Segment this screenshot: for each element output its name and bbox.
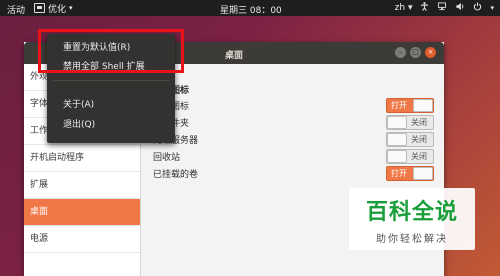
watermark: 百科全说 助你轻松解决 (349, 188, 475, 250)
volume-icon[interactable] (455, 2, 465, 14)
sidebar-item-desktop[interactable]: 桌面 (24, 199, 140, 226)
menu-separator (53, 80, 169, 81)
show-icons-toggle[interactable]: 打开 (386, 98, 434, 113)
sidebar-item-startup[interactable]: 开机启动程序 (24, 145, 140, 172)
accessibility-icon[interactable] (420, 2, 429, 14)
system-tray[interactable]: zh ▾ ▾ (395, 2, 494, 14)
setting-row-network-servers: 网络服务器 关闭 (153, 132, 441, 147)
app-icon (34, 3, 45, 13)
sidebar-item-extensions[interactable]: 扩展 (24, 172, 140, 199)
chevron-down-icon: ▾ (490, 4, 494, 12)
input-method-label[interactable]: zh ▾ (395, 3, 413, 13)
menu-item-quit[interactable]: 退出(Q) (63, 117, 95, 130)
highlight-annotation-box (38, 29, 184, 73)
close-icon[interactable]: × (425, 47, 436, 58)
setting-row-home-folder: 主文件夹 关闭 (153, 115, 441, 130)
app-name: 优化 (48, 4, 67, 15)
chevron-down-icon: ▾ (69, 4, 73, 12)
clock[interactable]: 星期三 08：00 (220, 3, 282, 16)
setting-row-show-icons: 显示图标 打开 (153, 98, 441, 113)
menu-item-about[interactable]: 关于(A) (63, 97, 94, 110)
setting-row-mounted-volumes: 已挂载的卷 打开 (153, 166, 441, 181)
watermark-title: 百科全说 (365, 200, 458, 225)
network-icon[interactable] (437, 2, 447, 14)
maximize-icon[interactable]: □ (410, 47, 421, 58)
trash-toggle[interactable]: 关闭 (386, 149, 434, 164)
mounted-volumes-toggle[interactable]: 打开 (386, 166, 434, 181)
sidebar-item-power[interactable]: 电源 (24, 226, 140, 253)
home-folder-toggle[interactable]: 关闭 (386, 115, 434, 130)
setting-label: 回收站 (153, 153, 181, 163)
power-icon[interactable] (473, 2, 482, 14)
network-servers-toggle[interactable]: 关闭 (386, 132, 434, 147)
app-menu-button[interactable]: 优化 ▾ (34, 2, 73, 15)
watermark-subtitle: 助你轻松解决 (376, 234, 448, 245)
top-bar: 活动 优化 ▾ 星期三 08：00 zh ▾ ▾ (0, 0, 500, 16)
minimize-icon[interactable]: – (395, 47, 406, 58)
setting-label: 已挂载的卷 (153, 170, 199, 180)
setting-row-trash: 回收站 关闭 (153, 149, 441, 164)
activities-button[interactable]: 活动 (7, 3, 25, 16)
